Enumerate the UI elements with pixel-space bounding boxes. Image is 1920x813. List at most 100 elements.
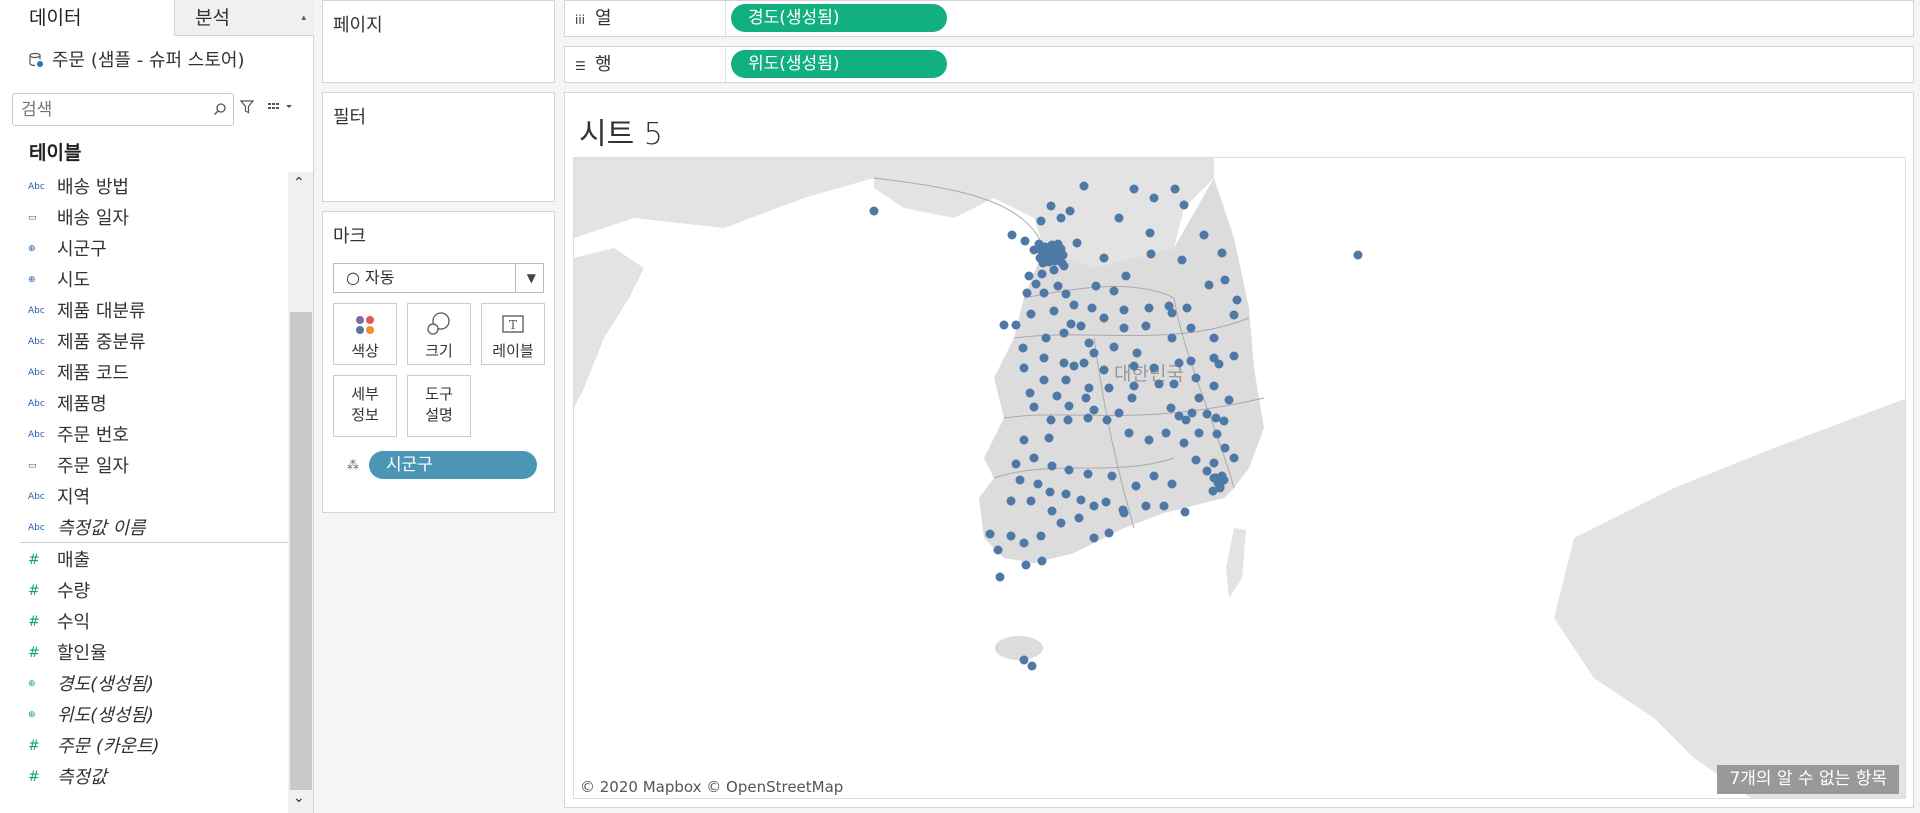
map-point[interactable]: [1229, 453, 1239, 463]
map-point[interactable]: [1224, 395, 1234, 405]
map-point[interactable]: [1079, 358, 1089, 368]
map-point[interactable]: [1091, 281, 1101, 291]
map-point[interactable]: [1064, 401, 1074, 411]
map-point[interactable]: [1019, 538, 1029, 548]
map-point[interactable]: [1212, 429, 1222, 439]
map-point[interactable]: [1064, 465, 1074, 475]
map-point[interactable]: [1006, 496, 1016, 506]
map-point[interactable]: [869, 206, 879, 216]
map-point[interactable]: [1037, 269, 1047, 279]
map-point[interactable]: [1104, 383, 1114, 393]
search-input[interactable]: [21, 94, 211, 125]
map-point[interactable]: [1129, 361, 1139, 371]
map-point[interactable]: [1187, 408, 1197, 418]
map-point[interactable]: [1202, 466, 1212, 476]
map-point[interactable]: [1129, 184, 1139, 194]
map-point[interactable]: [1024, 271, 1034, 281]
map-point[interactable]: [1169, 379, 1179, 389]
map-point[interactable]: [1066, 319, 1076, 329]
map-point[interactable]: [1114, 408, 1124, 418]
map-point[interactable]: [1217, 471, 1227, 481]
map-point[interactable]: [1145, 228, 1155, 238]
map-point[interactable]: [1119, 323, 1129, 333]
map-point[interactable]: [1174, 358, 1184, 368]
map-point[interactable]: [1061, 289, 1071, 299]
map-point[interactable]: [1039, 353, 1049, 363]
tab-analytics[interactable]: 분석 ▴: [174, 0, 314, 36]
map-point[interactable]: [1102, 415, 1112, 425]
tab-scroll-arrows-icon[interactable]: ▴: [301, 0, 306, 36]
map-point[interactable]: [1027, 661, 1037, 671]
map-point[interactable]: [1015, 475, 1025, 485]
map-point[interactable]: [1229, 351, 1239, 361]
map-point[interactable]: [1089, 501, 1099, 511]
map-point[interactable]: [1045, 487, 1055, 497]
map-point[interactable]: [1182, 303, 1192, 313]
map-point[interactable]: [1072, 238, 1082, 248]
map-point[interactable]: [993, 545, 1003, 555]
scroll-up-icon[interactable]: ⌃: [293, 175, 305, 191]
field-dimension[interactable]: Abc 주문 번호: [0, 420, 288, 451]
map-point[interactable]: [1107, 471, 1117, 481]
detail-button[interactable]: 세부 정보: [333, 375, 397, 437]
map-point[interactable]: [1167, 479, 1177, 489]
map-point[interactable]: [1177, 255, 1187, 265]
pages-shelf[interactable]: 페이지: [322, 0, 555, 83]
map-point[interactable]: [1214, 359, 1224, 369]
map-point[interactable]: [1149, 471, 1159, 481]
map-point[interactable]: [1166, 403, 1176, 413]
field-dimension[interactable]: Abc 제품 중분류: [0, 327, 288, 358]
map-point[interactable]: [1180, 507, 1190, 517]
field-dimension[interactable]: Abc 지역: [0, 482, 288, 513]
map-point[interactable]: [1204, 280, 1214, 290]
map-point[interactable]: [1020, 236, 1030, 246]
map-point[interactable]: [1076, 321, 1086, 331]
map-point[interactable]: [1046, 201, 1056, 211]
map-point[interactable]: [1209, 381, 1219, 391]
map-point[interactable]: [1053, 281, 1063, 291]
map-point[interactable]: [1057, 258, 1067, 268]
columns-shelf[interactable]: iii 열 경도(생성됨): [564, 0, 1914, 37]
map-point[interactable]: [1069, 361, 1079, 371]
field-measure[interactable]: # 주문 (카운트): [0, 731, 288, 762]
map-point[interactable]: [1052, 391, 1062, 401]
map-point[interactable]: [1084, 383, 1094, 393]
map-point[interactable]: [1353, 250, 1363, 260]
map-point[interactable]: [1167, 333, 1177, 343]
map-point[interactable]: [1083, 413, 1093, 423]
map-point[interactable]: [1041, 333, 1051, 343]
map-point[interactable]: [1154, 379, 1164, 389]
map-point[interactable]: [1063, 415, 1073, 425]
map-point[interactable]: [1029, 453, 1039, 463]
map-point[interactable]: [1191, 373, 1201, 383]
map-point[interactable]: [1069, 300, 1079, 310]
map-point[interactable]: [1114, 213, 1124, 223]
map-point[interactable]: [1022, 288, 1032, 298]
field-measure[interactable]: # 매출: [0, 545, 288, 576]
map-point[interactable]: [1186, 323, 1196, 333]
map-point[interactable]: [1101, 497, 1111, 507]
field-dimension[interactable]: Abc 제품 코드: [0, 358, 288, 389]
map-point[interactable]: [1109, 342, 1119, 352]
map-point[interactable]: [1219, 416, 1229, 426]
map-point[interactable]: [1019, 435, 1029, 445]
rows-shelf[interactable]: ☰ 행 위도(생성됨): [564, 46, 1914, 83]
field-measure[interactable]: ⊕ 경도(생성됨): [0, 669, 288, 700]
field-dimension[interactable]: ⊕ 시도: [0, 265, 288, 296]
map-point[interactable]: [1047, 461, 1057, 471]
map-canvas[interactable]: 대한민국: [574, 158, 1906, 799]
map-point[interactable]: [1159, 501, 1169, 511]
map-point[interactable]: [1099, 365, 1109, 375]
map-point[interactable]: [1109, 286, 1119, 296]
map-point[interactable]: [1104, 528, 1114, 538]
map-point[interactable]: [1018, 343, 1028, 353]
datasource-item[interactable]: 주문 (샘플 - 슈퍼 스토어): [28, 46, 244, 72]
label-button[interactable]: T 레이블: [481, 303, 545, 365]
filters-shelf[interactable]: 필터: [322, 92, 555, 202]
field-measure[interactable]: # 수익: [0, 607, 288, 638]
map-point[interactable]: [1127, 393, 1137, 403]
map-point[interactable]: [1186, 356, 1196, 366]
map-point[interactable]: [1141, 501, 1151, 511]
field-dimension[interactable]: Abc 제품명: [0, 389, 288, 420]
map-point[interactable]: [1074, 513, 1084, 523]
